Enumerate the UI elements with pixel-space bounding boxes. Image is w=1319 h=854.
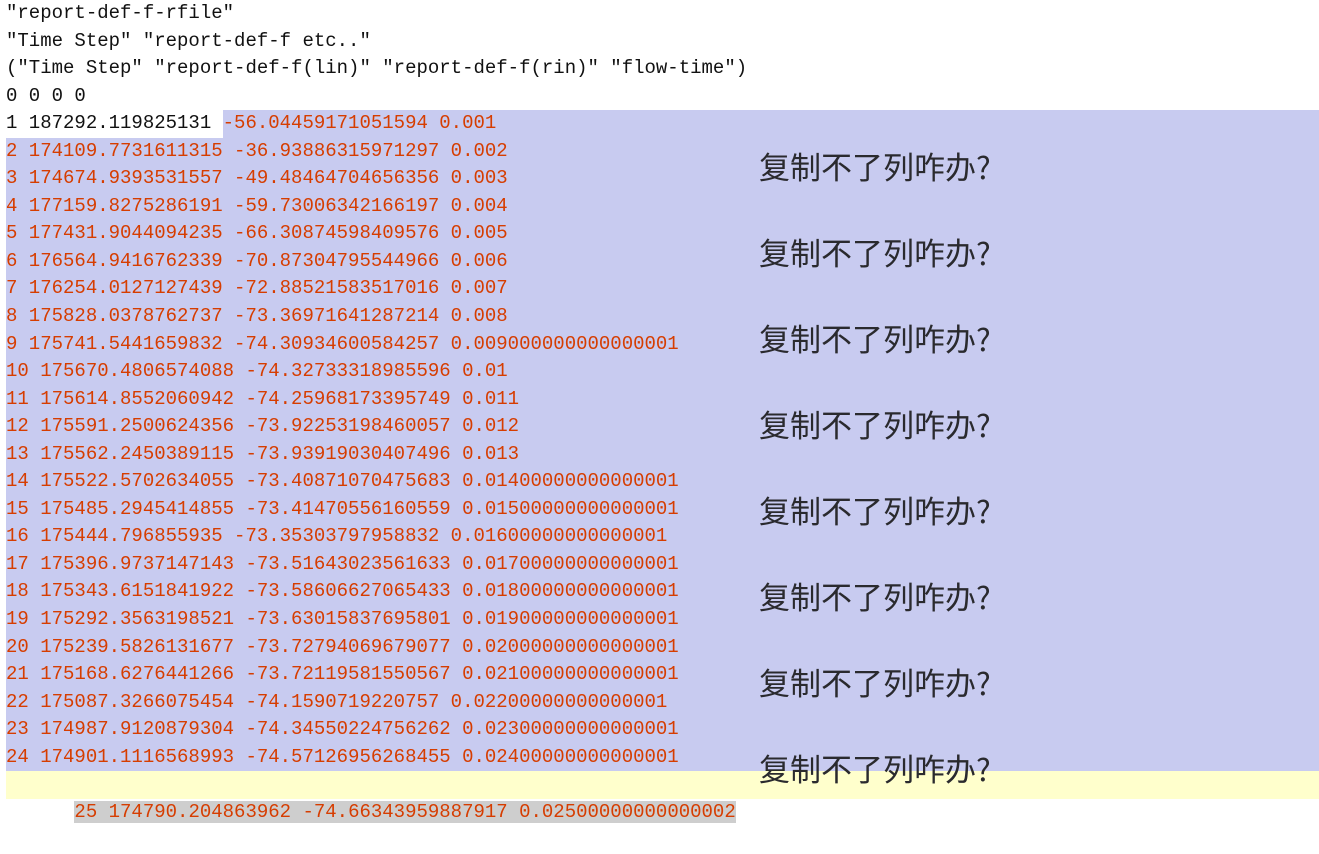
data-row[interactable]: 7 176254.0127127439 -72.88521583517016 0… bbox=[6, 275, 1319, 303]
data-row[interactable]: 5 177431.9044094235 -66.30874598409576 0… bbox=[6, 220, 1319, 248]
file-header-zeros: 0 0 0 0 bbox=[6, 83, 1319, 111]
data-row-1-suffix: -56.04459171051594 0.001 bbox=[223, 110, 1319, 138]
data-row[interactable]: 12 175591.2500624356 -73.92253198460057 … bbox=[6, 413, 1319, 441]
data-row[interactable]: 21 175168.6276441266 -73.72119581550567 … bbox=[6, 661, 1319, 689]
data-row[interactable]: 23 174987.9120879304 -74.34550224756262 … bbox=[6, 716, 1319, 744]
data-row[interactable]: 16 175444.796855935 -73.35303797958832 0… bbox=[6, 523, 1319, 551]
data-row[interactable]: 13 175562.2450389115 -73.93919030407496 … bbox=[6, 441, 1319, 469]
data-row[interactable]: 20 175239.5826131677 -73.72794069679077 … bbox=[6, 634, 1319, 662]
data-row[interactable]: 9 175741.5441659832 -74.30934600584257 0… bbox=[6, 331, 1319, 359]
data-row-last-wrap[interactable]: 25 174790.204863962 -74.66343959887917 0… bbox=[6, 771, 1319, 854]
data-row[interactable]: 24 174901.1116568993 -74.57126956268455 … bbox=[6, 744, 1319, 772]
data-row[interactable]: 10 175670.4806574088 -74.32733318985596 … bbox=[6, 358, 1319, 386]
data-row[interactable]: 2 174109.7731611315 -36.93886315971297 0… bbox=[6, 138, 1319, 166]
data-row[interactable]: 8 175828.0378762737 -73.36971641287214 0… bbox=[6, 303, 1319, 331]
data-row[interactable]: 17 175396.9737147143 -73.51643023561633 … bbox=[6, 551, 1319, 579]
file-header-line-3: ("Time Step" "report-def-f(lin)" "report… bbox=[6, 55, 1319, 83]
data-row[interactable]: 15 175485.2945414855 -73.41470556160559 … bbox=[6, 496, 1319, 524]
data-row-1[interactable]: 1 187292.119825131 -56.04459171051594 0.… bbox=[6, 110, 1319, 138]
editor-viewport[interactable]: { "header": { "line1": "\"report-def-f-r… bbox=[0, 0, 1319, 854]
data-row-1-prefix: 1 187292.119825131 bbox=[6, 112, 223, 134]
data-row[interactable]: 22 175087.3266075454 -74.1590719220757 0… bbox=[6, 689, 1319, 717]
data-row[interactable]: 11 175614.8552060942 -74.25968173395749 … bbox=[6, 386, 1319, 414]
data-rows-selected[interactable]: 2 174109.7731611315 -36.93886315971297 0… bbox=[6, 138, 1319, 772]
data-row[interactable]: 19 175292.3563198521 -73.63015837695801 … bbox=[6, 606, 1319, 634]
data-row[interactable]: 18 175343.6151841922 -73.58606627065433 … bbox=[6, 578, 1319, 606]
data-row[interactable]: 14 175522.5702634055 -73.40871070475683 … bbox=[6, 468, 1319, 496]
file-header-line-1: "report-def-f-rfile" bbox=[6, 0, 1319, 28]
data-row[interactable]: 3 174674.9393531557 -49.48464704656356 0… bbox=[6, 165, 1319, 193]
file-header-line-2: "Time Step" "report-def-f etc.." bbox=[6, 28, 1319, 56]
data-row-last: 25 174790.204863962 -74.66343959887917 0… bbox=[74, 801, 735, 823]
data-row[interactable]: 4 177159.8275286191 -59.73006342166197 0… bbox=[6, 193, 1319, 221]
data-row[interactable]: 6 176564.9416762339 -70.87304795544966 0… bbox=[6, 248, 1319, 276]
